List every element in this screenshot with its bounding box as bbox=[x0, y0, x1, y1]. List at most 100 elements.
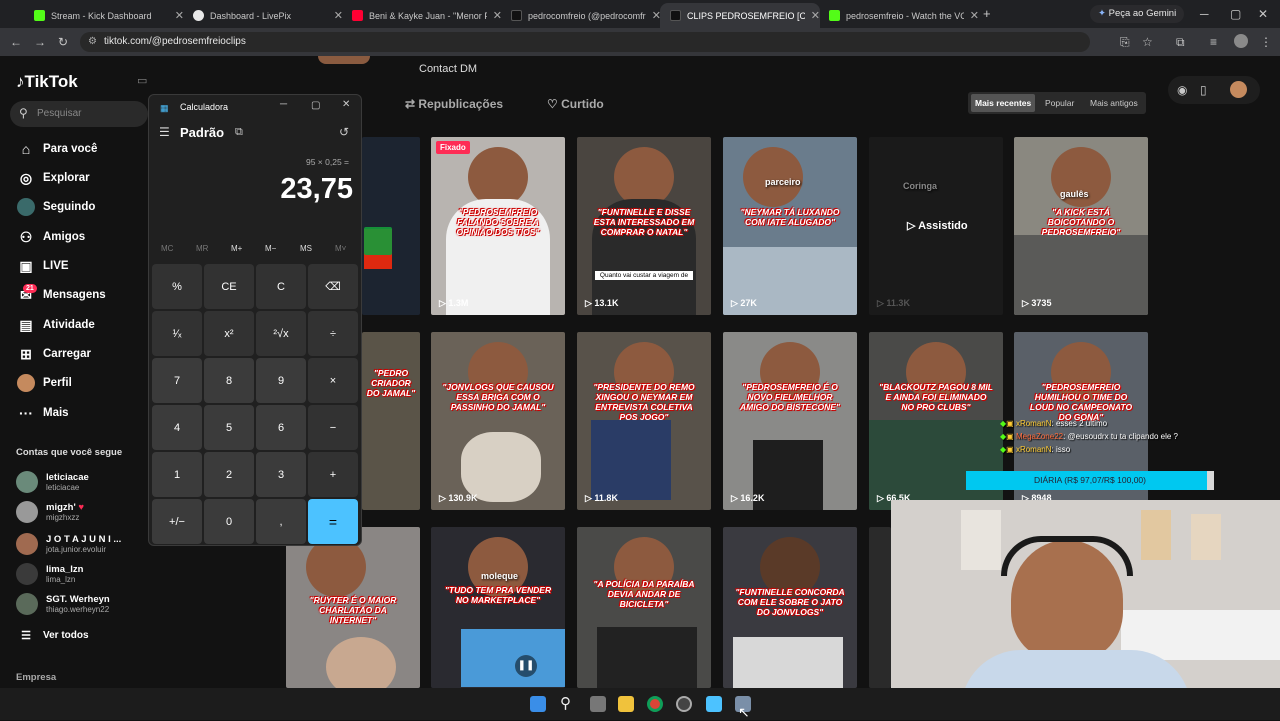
tab-reposts[interactable]: ⇄ Republicações bbox=[405, 97, 503, 111]
site-info-icon[interactable]: ⚙ bbox=[88, 36, 97, 47]
digit-8-button[interactable]: 8 bbox=[204, 358, 254, 403]
memory-recall-button[interactable]: MR bbox=[196, 244, 208, 253]
video-card[interactable]: "PEDRO CRIADOR DO JAMAL" bbox=[362, 332, 420, 510]
obs-icon[interactable] bbox=[676, 696, 692, 712]
start-menu-icon[interactable] bbox=[530, 696, 546, 712]
digit-4-button[interactable]: 4 bbox=[152, 405, 202, 450]
digit-3-button[interactable]: 3 bbox=[256, 452, 306, 497]
video-card[interactable]: gaulês "A KICK ESTÁ BOICOTANDO O PEDROSEM… bbox=[1014, 137, 1148, 315]
digit-9-button[interactable]: 9 bbox=[256, 358, 306, 403]
square-root-button[interactable]: ²√x bbox=[256, 311, 306, 356]
subtract-button[interactable]: − bbox=[308, 405, 358, 450]
following-account[interactable]: migzh' ♥ migzhxzz bbox=[16, 499, 84, 525]
company-link[interactable]: Empresa bbox=[16, 672, 56, 683]
following-account[interactable]: SGT. Werheyn thiago.werheyn22 bbox=[16, 591, 110, 617]
browser-profile-avatar[interactable] bbox=[1234, 34, 1248, 48]
hamburger-menu-icon[interactable]: ☰ bbox=[159, 125, 170, 139]
search-icon[interactable]: ⚲ bbox=[560, 694, 571, 712]
pause-icon[interactable]: ❚❚ bbox=[515, 655, 537, 677]
memory-list-button[interactable]: M˅ bbox=[335, 244, 346, 253]
memory-store-button[interactable]: MS bbox=[300, 244, 312, 253]
clear-button[interactable]: C bbox=[256, 264, 306, 309]
video-card[interactable]: Coringa ▷ Assistido ▷ 11.3K bbox=[869, 137, 1003, 315]
memory-add-button[interactable]: M+ bbox=[231, 244, 242, 253]
nav-para-voce[interactable]: ⌂ Para você bbox=[16, 138, 98, 160]
collapse-sidebar-icon[interactable]: ▭ bbox=[137, 74, 147, 87]
tiktok-logo[interactable]: ♪TikTok bbox=[16, 72, 78, 92]
search-input[interactable]: ⚲ Pesquisar bbox=[10, 101, 148, 127]
nav-carregar[interactable]: ⊞ Carregar bbox=[16, 343, 91, 365]
browser-tab-youtube[interactable]: Beni & Kayke Juan - "Menor Pr ✕ bbox=[342, 3, 502, 28]
reload-icon[interactable]: ↻ bbox=[58, 36, 68, 48]
extensions-icon[interactable]: ⧉ bbox=[1176, 36, 1185, 48]
memory-subtract-button[interactable]: M− bbox=[265, 244, 276, 253]
equals-button[interactable]: = bbox=[308, 499, 358, 544]
digit-1-button[interactable]: 1 bbox=[152, 452, 202, 497]
following-account[interactable]: leticiacae leticiacae bbox=[16, 469, 89, 495]
video-card[interactable]: "PEDROSEMFREIO É O NOVO FIEL/MELHOR AMIG… bbox=[723, 332, 857, 510]
nav-live[interactable]: ▣ LIVE bbox=[16, 255, 68, 277]
video-card[interactable]: "A POLÍCIA DA PARAÍBA DEVIA ANDAR DE BIC… bbox=[577, 527, 711, 688]
back-icon[interactable]: ← bbox=[10, 36, 22, 48]
file-explorer-icon[interactable] bbox=[618, 696, 634, 712]
nav-explorar[interactable]: ◎ Explorar bbox=[16, 167, 90, 189]
square-button[interactable]: x² bbox=[204, 311, 254, 356]
reciprocal-button[interactable]: ¹⁄ₓ bbox=[152, 311, 202, 356]
forward-icon[interactable]: → bbox=[34, 36, 46, 48]
install-app-icon[interactable]: ⎘ bbox=[1120, 36, 1130, 48]
digit-5-button[interactable]: 5 bbox=[204, 405, 254, 450]
nav-mais[interactable]: ··· Mais bbox=[16, 402, 69, 424]
tiktok-profile-avatar[interactable] bbox=[1230, 81, 1247, 98]
video-card[interactable]: parceiro "NEYMAR TÁ LUXANDO COM IATE ALUG… bbox=[723, 137, 857, 315]
history-icon[interactable]: ↺ bbox=[339, 125, 349, 139]
digit-6-button[interactable]: 6 bbox=[256, 405, 306, 450]
multiply-button[interactable]: × bbox=[308, 358, 358, 403]
browser-tab-tiktok-1[interactable]: pedrocomfreio (@pedrocomfre ✕ bbox=[501, 3, 661, 28]
digit-2-button[interactable]: 2 bbox=[204, 452, 254, 497]
url-bar[interactable]: ⚙ tiktok.com/@pedrosemfreioclips bbox=[80, 32, 1090, 52]
gemini-button[interactable]: ✦ Peça ao Gemini bbox=[1090, 5, 1185, 23]
close-window-icon[interactable]: ✕ bbox=[1258, 8, 1268, 20]
memory-clear-button[interactable]: MC bbox=[161, 244, 173, 253]
nav-amigos[interactable]: ⚇ Amigos bbox=[16, 226, 85, 248]
video-card[interactable]: "FUNTINELLE CONCORDA COM ELE SOBRE O JAT… bbox=[723, 527, 857, 688]
backspace-button[interactable]: ⌫ bbox=[308, 264, 358, 309]
video-card[interactable] bbox=[362, 137, 420, 315]
browser-tab-tiktok-active[interactable]: CLIPS PEDROSEMFREIO [OFICIA✕ bbox=[660, 3, 820, 28]
clear-entry-button[interactable]: CE bbox=[204, 264, 254, 309]
nav-perfil[interactable]: Perfil bbox=[16, 372, 72, 394]
following-account[interactable]: J O T A J U N I ... jota.junior.evoluir bbox=[16, 531, 121, 557]
notepad-icon[interactable] bbox=[706, 696, 722, 712]
add-button[interactable]: + bbox=[308, 452, 358, 497]
video-card[interactable]: moleque "TUDO TEM PRA VENDER NO MARKETPLA… bbox=[431, 527, 565, 688]
video-card[interactable]: "JONVLOGS QUE CAUSOU ESSA BRIGA COM O PA… bbox=[431, 332, 565, 510]
video-card[interactable]: "PRESIDENTE DO REMO XINGOU O NEYMAR EM E… bbox=[577, 332, 711, 510]
tab-liked[interactable]: ♡ Curtido bbox=[547, 97, 604, 111]
coins-icon[interactable]: ◉ bbox=[1177, 84, 1187, 96]
keep-on-top-icon[interactable]: ⧉ bbox=[235, 126, 243, 139]
divide-button[interactable]: ÷ bbox=[308, 311, 358, 356]
chrome-icon[interactable] bbox=[647, 696, 663, 712]
close-icon[interactable]: ✕ bbox=[970, 9, 979, 22]
sort-popular[interactable]: Popular bbox=[1045, 98, 1074, 108]
new-tab-icon[interactable]: + bbox=[983, 7, 991, 20]
negate-button[interactable]: +/− bbox=[152, 499, 202, 544]
reading-list-icon[interactable]: ≡ bbox=[1210, 36, 1217, 48]
video-card[interactable]: "RUYTER É O MAIOR CHARLATÃO DA INTERNET" bbox=[286, 527, 420, 688]
browser-tab-livepix[interactable]: Dashboard - LivePix ✕ bbox=[183, 3, 343, 28]
minimize-icon[interactable]: ─ bbox=[1200, 8, 1209, 20]
maximize-icon[interactable]: ▢ bbox=[1230, 8, 1241, 20]
decimal-button[interactable]: , bbox=[256, 499, 306, 544]
bookmark-star-icon[interactable]: ☆ bbox=[1142, 36, 1153, 48]
maximize-icon[interactable]: ▢ bbox=[311, 100, 320, 111]
video-card[interactable]: "FUNTINELLE E DISSE ESTA INTERESSADO EM … bbox=[577, 137, 711, 315]
digit-0-button[interactable]: 0 bbox=[204, 499, 254, 544]
nav-atividade[interactable]: ▤ Atividade bbox=[16, 314, 94, 336]
sort-oldest[interactable]: Mais antigos bbox=[1090, 98, 1138, 108]
digit-7-button[interactable]: 7 bbox=[152, 358, 202, 403]
task-view-icon[interactable] bbox=[590, 696, 606, 712]
browser-menu-icon[interactable]: ⋮ bbox=[1260, 36, 1272, 48]
see-all-link[interactable]: ☰ Ver todos bbox=[16, 624, 89, 646]
sort-recent[interactable]: Mais recentes bbox=[971, 94, 1036, 112]
video-card[interactable]: "PEDROSEMFREIO FALANDO SOBRE A OPINIÃO D… bbox=[431, 137, 565, 315]
